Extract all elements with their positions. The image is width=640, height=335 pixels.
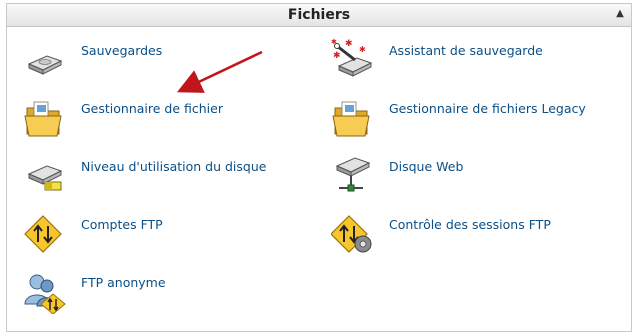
svg-text:✱: ✱ xyxy=(359,45,366,54)
ftp-session-control-icon xyxy=(330,212,375,256)
item-sauvegardes[interactable]: Sauvegardes xyxy=(23,38,162,82)
item-label: Gestionnaire de fichiers Legacy xyxy=(389,101,586,116)
item-label: Disque Web xyxy=(389,159,464,174)
panel-header[interactable]: Fichiers ▲ xyxy=(7,4,631,27)
item-label: Sauvegardes xyxy=(81,43,163,58)
item-label: Contrôle des sessions FTP xyxy=(389,217,551,232)
item-label: FTP anonyme xyxy=(81,275,166,290)
ftp-accounts-icon xyxy=(23,212,67,256)
collapse-icon[interactable]: ▲ xyxy=(613,7,627,21)
item-gestionnaire-fichiers-legacy[interactable]: Gestionnaire de fichiers Legacy xyxy=(331,96,586,140)
item-utilisation-disque[interactable]: Niveau d'utilisation du disque xyxy=(23,154,266,198)
item-assistant-sauvegarde[interactable]: ✱ ✱ ✱ ✱ Assistant de sauvegarde xyxy=(331,38,543,82)
anonymous-ftp-icon xyxy=(23,270,67,315)
backup-drive-icon xyxy=(23,38,67,82)
item-label: Niveau d'utilisation du disque xyxy=(81,159,267,174)
item-label: Comptes FTP xyxy=(81,217,163,232)
item-gestionnaire-fichier[interactable]: Gestionnaire de fichier xyxy=(23,96,223,140)
item-controle-sessions-ftp[interactable]: Contrôle des sessions FTP xyxy=(330,212,551,256)
svg-text:✱: ✱ xyxy=(331,38,337,46)
item-comptes-ftp[interactable]: Comptes FTP xyxy=(23,212,163,256)
backup-wizard-icon: ✱ ✱ ✱ ✱ xyxy=(331,38,375,82)
svg-text:✱: ✱ xyxy=(345,39,353,49)
file-manager-folder-icon xyxy=(23,96,67,140)
disk-usage-icon xyxy=(23,154,67,198)
files-panel: Fichiers ▲ Sauvegardes ✱ ✱ ✱ ✱ Assistant… xyxy=(6,3,632,332)
item-label: Gestionnaire de fichier xyxy=(81,101,223,116)
item-ftp-anonyme[interactable]: FTP anonyme xyxy=(23,270,166,315)
legacy-file-manager-folder-icon xyxy=(331,96,375,140)
item-label: Assistant de sauvegarde xyxy=(389,43,543,58)
item-disque-web[interactable]: Disque Web xyxy=(331,154,463,198)
panel-title: Fichiers xyxy=(287,7,351,23)
svg-text:✱: ✱ xyxy=(333,51,341,61)
web-disk-icon xyxy=(331,154,375,198)
